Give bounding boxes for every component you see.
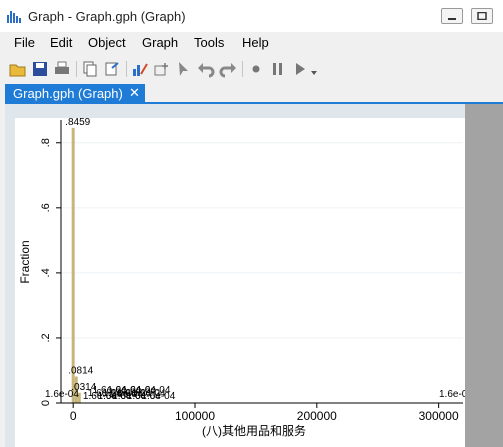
menu-graph[interactable]: Graph: [142, 35, 178, 50]
y-tick-label: .6: [40, 203, 52, 212]
x-axis-title: (八)其他用品和服务: [202, 423, 306, 438]
graph-editor-button[interactable]: [131, 60, 149, 78]
menu-file[interactable]: File: [14, 35, 35, 50]
undo-icon: [198, 63, 215, 78]
toolbar-separator: [242, 61, 243, 77]
document-tabs: Graph.gph (Graph) ✕: [0, 82, 503, 104]
copy-button[interactable]: [81, 60, 99, 78]
copy-icon: [83, 61, 97, 77]
y-tick-label: 0: [40, 400, 52, 406]
x-tick-label: 200000: [297, 409, 337, 423]
minimize-icon: [448, 18, 456, 20]
scrollbar-track[interactable]: [465, 104, 503, 447]
menu-bar: File Edit Object Graph Tools Help: [0, 32, 503, 54]
play-button[interactable]: [291, 60, 309, 78]
toolbar-separator: [76, 61, 77, 77]
pointer-button[interactable]: [175, 60, 193, 78]
menu-object[interactable]: Object: [88, 35, 126, 50]
maximize-button[interactable]: [471, 8, 493, 24]
play-icon: [296, 63, 305, 75]
y-tick-label: .4: [40, 268, 52, 277]
bar-value-label: 1.6e-04: [141, 391, 175, 402]
play-dropdown-button[interactable]: [309, 60, 319, 78]
tab-graph[interactable]: Graph.gph (Graph) ✕: [5, 84, 145, 104]
graph-editor-icon: [133, 63, 148, 76]
record-icon: [252, 65, 260, 73]
save-button[interactable]: [31, 60, 49, 78]
pause-icon: [273, 63, 282, 75]
bar-value-label: .0814: [68, 366, 93, 377]
bar-value-label: 1.6e-04: [109, 389, 143, 400]
rename-icon: [105, 62, 119, 76]
bar-value-label: 1.6e-04: [439, 389, 465, 400]
print-icon: [55, 61, 69, 74]
y-axis-title: Fraction: [18, 240, 32, 283]
pause-button[interactable]: [269, 60, 287, 78]
rename-button[interactable]: [103, 60, 121, 78]
close-tab-icon[interactable]: ✕: [129, 85, 140, 101]
undo-button[interactable]: [197, 60, 215, 78]
y-tick-label: .2: [40, 333, 52, 342]
bar-value-label: 1.6e-04: [45, 389, 79, 400]
x-tick-label: 100000: [175, 409, 215, 423]
record-button[interactable]: [247, 60, 265, 78]
x-tick-label: 300000: [419, 409, 459, 423]
redo-icon: [219, 63, 236, 78]
toolbar-separator: [126, 61, 127, 77]
app-icon: [7, 11, 21, 23]
play-dropdown-icon: [311, 71, 317, 75]
add-object-button[interactable]: [153, 60, 171, 78]
histogram-bar: [71, 127, 75, 404]
toolbar: [0, 56, 503, 82]
redo-button[interactable]: [219, 60, 237, 78]
tab-label: Graph.gph (Graph): [13, 86, 123, 101]
add-object-icon: [154, 63, 168, 76]
minimize-button[interactable]: [441, 8, 463, 24]
window-title: Graph - Graph.gph (Graph): [28, 9, 186, 24]
menu-help[interactable]: Help: [242, 35, 269, 50]
histogram-chart: 0 .2 .4 .6 .8 0 100000 200000 300000 .8459 .0814…: [15, 117, 465, 447]
save-icon: [33, 62, 47, 76]
x-tick-label: 0: [70, 409, 77, 423]
y-tick-label: .8: [40, 138, 52, 147]
title-bar: Graph - Graph.gph (Graph): [0, 0, 503, 33]
bar-value-label: .8459: [65, 117, 90, 128]
open-button[interactable]: [9, 60, 27, 78]
menu-edit[interactable]: Edit: [50, 35, 72, 50]
pointer-icon: [179, 62, 188, 76]
menu-tools[interactable]: Tools: [194, 35, 224, 50]
maximize-icon: [477, 12, 487, 20]
print-button[interactable]: [53, 60, 71, 78]
vertical-scrollbar[interactable]: [465, 104, 503, 447]
open-icon: [9, 64, 26, 77]
